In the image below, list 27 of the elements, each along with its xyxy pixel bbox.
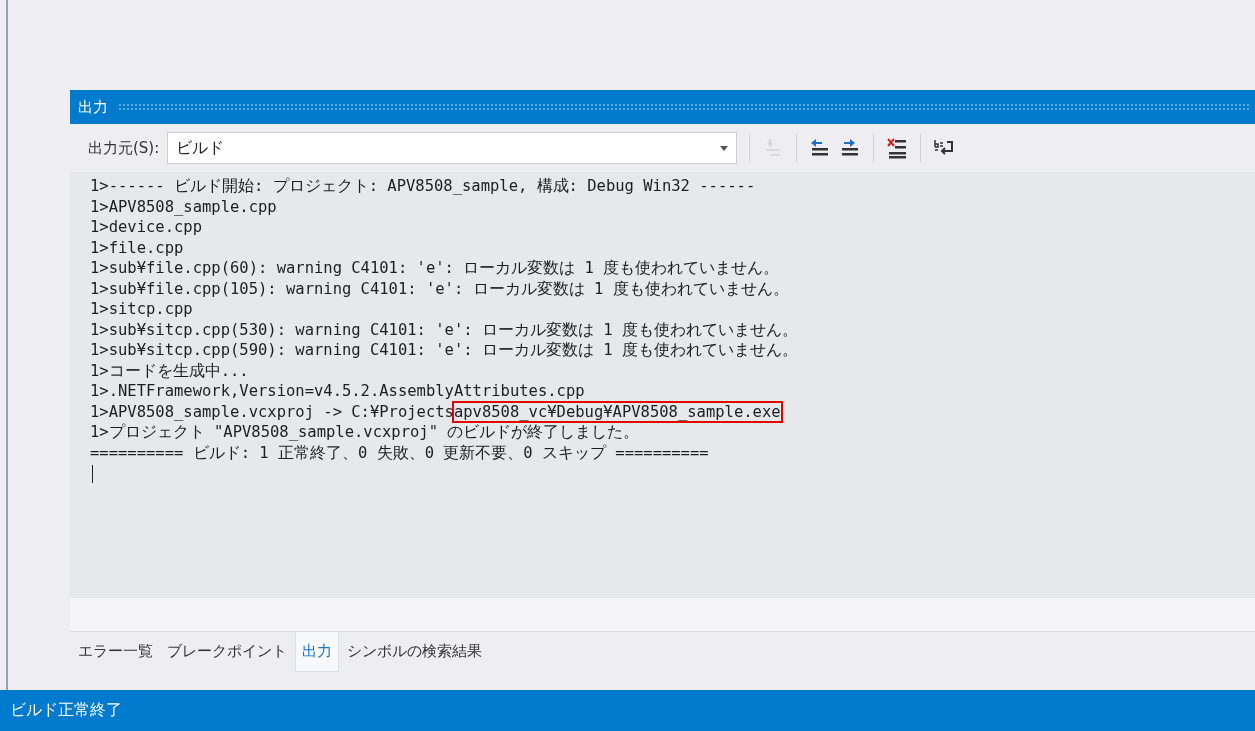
output-line: 1>file.cpp: [90, 237, 185, 258]
output-line: ========== ビルド: 1 正常終了、0 失敗、0 更新不要、0 スキップ ==========: [90, 442, 710, 463]
output-line: 1>sub¥file.cpp(105): warning C4101: 'e': ローカル変数は 1 度も使われていません。: [90, 278, 790, 299]
panel-tab[interactable]: ブレークポイント: [161, 632, 293, 671]
output-line: 1>sub¥sitcp.cpp(530): warning C4101: 'e': ローカル変数は 1 度も使われていません。: [90, 319, 799, 340]
status-text: ビルド正常終了: [10, 700, 122, 721]
panel-tab[interactable]: エラー一覧: [72, 632, 159, 671]
output-pane[interactable]: [70, 172, 1255, 598]
source-label: 出力元(S):: [88, 138, 160, 158]
text-cursor: [92, 465, 93, 483]
panel-tab[interactable]: シンボルの検索結果: [341, 632, 488, 671]
output-line: 1>------ ビルド開始: プロジェクト: APV8508_sample, 構成: Debug Win32 ------: [90, 176, 757, 197]
panel-title: 出力: [78, 97, 108, 117]
output-line: 1>device.cpp: [90, 217, 203, 238]
caret-icon: [720, 145, 729, 151]
output-line: 1>.NETFramework,Version=v4.5.2.AssemblyAttributes.cpp: [90, 381, 586, 402]
output-line: 1>sub¥file.cpp(60): warning C4101: 'e': ローカル変数は 1 度も使われていません。: [90, 258, 781, 279]
clear-all-icon[interactable]: [886, 137, 909, 159]
output-line: 1>コードを生成中...: [90, 360, 250, 381]
output-line: 1>APV8508_sample.cpp: [90, 196, 278, 217]
output-line: 1>プロジェクト "APV8508_sample.vcxproj" のビルドが終了しました。: [90, 422, 641, 443]
panel-tab[interactable]: 出力: [295, 632, 339, 672]
output-line: 1>sub¥sitcp.cpp(590): warning C4101: 'e': ローカル変数は 1 度も使われていません。: [90, 340, 799, 361]
highlighted-path: apv8508_vc¥Debug¥APV8508_sample.exe: [453, 402, 781, 421]
output-line: 1>APV8508_sample.vcxproj -> C:¥Projectsapv8508_vc¥Debug¥APV8508_sample.exe: [90, 401, 782, 422]
source-dropdown[interactable]: ビルド: [167, 132, 738, 164]
output-line: 1>sitcp.cpp: [90, 299, 194, 320]
